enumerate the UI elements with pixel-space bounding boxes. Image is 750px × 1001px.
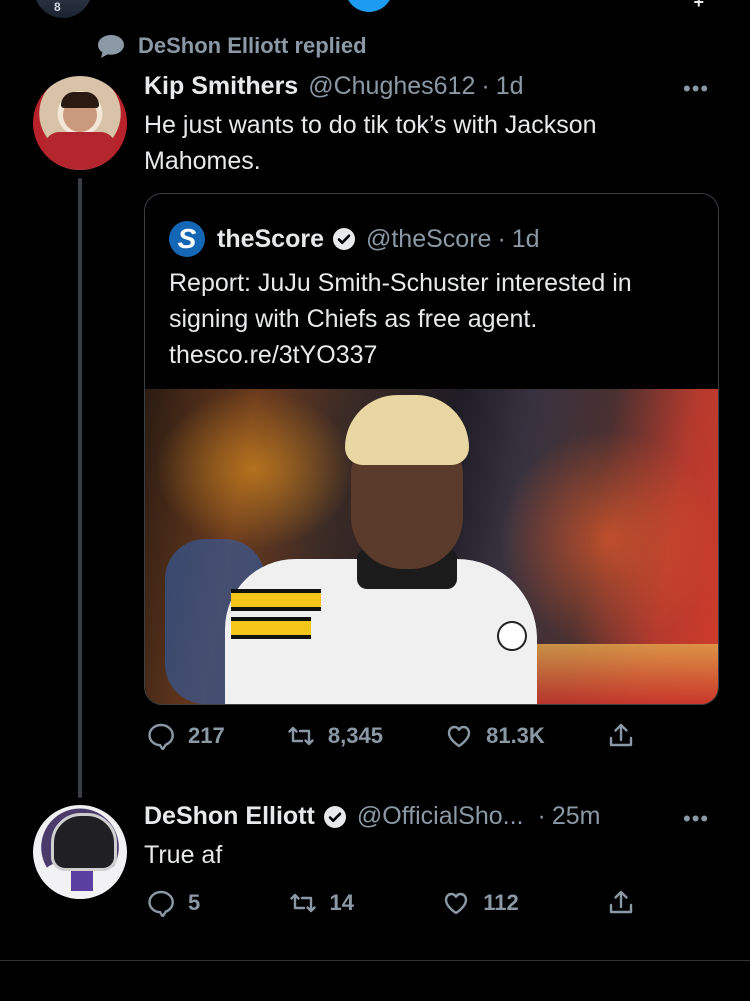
- tweet2-header: DeShon Elliott @OfficialSho... · 25m: [144, 802, 601, 831]
- reply-count: 5: [188, 890, 201, 915]
- retweet-icon: [288, 726, 314, 746]
- quote-handle: @theScore: [365, 224, 492, 253]
- replied-text: DeShon Elliott replied: [138, 33, 367, 58]
- tweet1-time[interactable]: 1d: [496, 72, 524, 101]
- quote-text: Report: JuJu Smith-Schuster interested i…: [169, 269, 632, 333]
- reply-button[interactable]: 217: [146, 721, 225, 751]
- reply-button[interactable]: 5: [146, 888, 200, 918]
- share-button[interactable]: [606, 888, 636, 918]
- quote-body: Report: JuJu Smith-Schuster interested i…: [169, 265, 699, 373]
- share-icon: [609, 890, 633, 914]
- twitter-logo-icon: [345, 0, 393, 12]
- tweet1-text: He just wants to do tik tok’s with Jacks…: [144, 111, 597, 175]
- steelers-logo-icon: [497, 621, 527, 651]
- like-icon: [447, 725, 471, 748]
- like-button[interactable]: 81.3K: [444, 721, 545, 751]
- thescore-logo: S: [169, 221, 205, 257]
- top-avatar-badge: 8: [54, 0, 61, 14]
- quote-tweet-card[interactable]: S theScore @theScore · 1d Report: JuJu S…: [144, 193, 719, 705]
- retweet-button[interactable]: 8,345: [286, 721, 383, 751]
- reply-icon: [148, 890, 174, 918]
- quote-image[interactable]: [145, 389, 718, 704]
- avatar-kip[interactable]: [33, 76, 127, 170]
- retweet-icon: [289, 893, 316, 913]
- tweet1-name[interactable]: Kip Smithers: [144, 72, 298, 101]
- share-icon: [609, 723, 633, 747]
- tweet2-time[interactable]: 25m: [552, 802, 601, 831]
- tweet2-text: True af: [144, 841, 223, 869]
- more-icon[interactable]: •••: [683, 806, 709, 832]
- top-avatar[interactable]: 8: [34, 0, 92, 18]
- reply-count: 217: [188, 723, 225, 748]
- like-button[interactable]: 112: [441, 888, 519, 918]
- compose-icon[interactable]: +: [693, 0, 704, 13]
- tweet1-header: Kip Smithers @Chughes612 · 1d: [144, 72, 524, 101]
- thread-line: [78, 178, 82, 798]
- tweet1-actions: 217 8,345 81.3K: [146, 721, 636, 751]
- divider: [0, 960, 750, 961]
- speech-bubble-icon: [98, 35, 124, 58]
- like-count: 112: [483, 890, 519, 915]
- reply-icon: [148, 723, 174, 751]
- like-icon: [445, 892, 468, 915]
- retweet-count: 14: [329, 890, 354, 915]
- quote-name: theScore: [217, 224, 324, 253]
- tweet2-actions: 5 14 112: [146, 888, 636, 918]
- more-icon[interactable]: •••: [683, 76, 709, 102]
- tweet2-handle[interactable]: @OfficialSho...: [357, 802, 524, 831]
- verified-icon: [332, 228, 355, 250]
- tweet2-name[interactable]: DeShon Elliott: [144, 802, 315, 831]
- verified-icon: [323, 805, 346, 828]
- quote-link[interactable]: thesco.re/3tYO337: [169, 337, 699, 373]
- retweet-button[interactable]: 14: [288, 888, 354, 918]
- quote-time: 1d: [511, 224, 540, 253]
- tweet1-handle[interactable]: @Chughes612: [308, 72, 475, 101]
- share-button[interactable]: [606, 721, 636, 751]
- reply-context: DeShon Elliott replied: [96, 33, 367, 58]
- retweet-count: 8,345: [327, 723, 383, 748]
- like-count: 81.3K: [486, 723, 545, 748]
- avatar-deshon[interactable]: [33, 805, 127, 899]
- quote-header: S theScore @theScore · 1d: [169, 221, 540, 257]
